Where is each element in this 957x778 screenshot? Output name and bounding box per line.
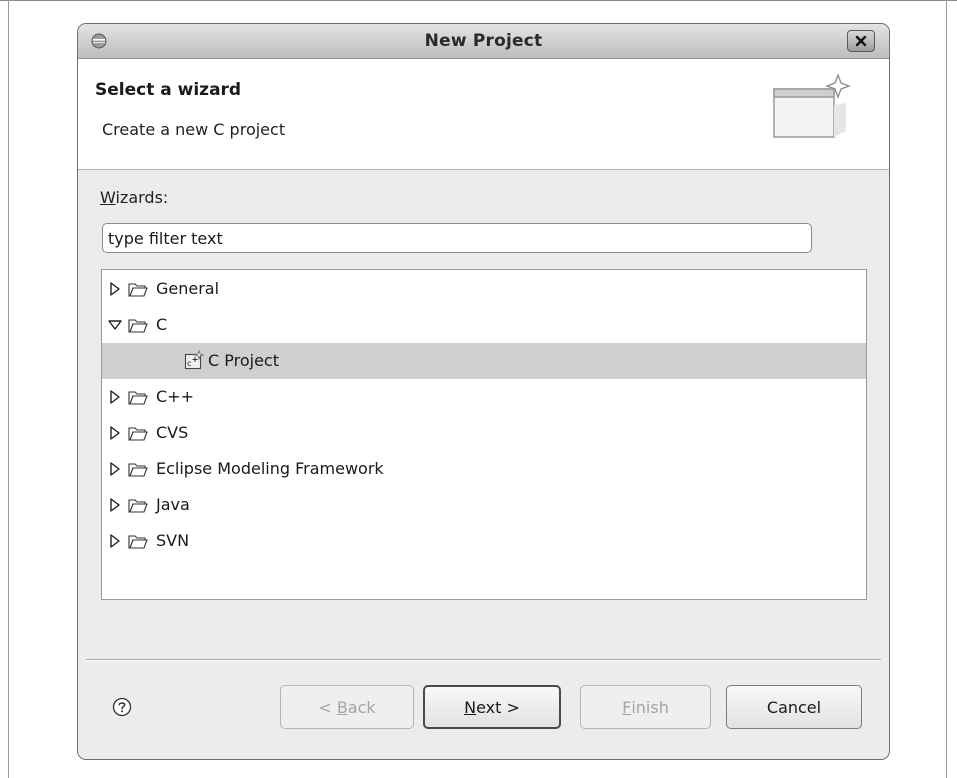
open-folder-icon xyxy=(128,499,148,513)
tree-item-label: Java xyxy=(156,495,190,514)
close-button[interactable] xyxy=(847,30,875,52)
open-folder-icon xyxy=(128,283,148,297)
tree-item-eclipse-modeling-framework[interactable]: Eclipse Modeling Framework xyxy=(102,451,866,487)
next-button-label: ext > xyxy=(476,697,520,717)
tree-item-cpp[interactable]: C++ xyxy=(102,379,866,415)
tree-item-java[interactable]: Java xyxy=(102,487,866,523)
tree-item-label: General xyxy=(156,279,220,298)
tree-item-label: C xyxy=(156,315,168,334)
wizard-page-title: Select a wizard xyxy=(95,80,242,100)
tree-item-label: SVN xyxy=(156,531,190,550)
tree-item-svn[interactable]: SVN xyxy=(102,523,866,559)
open-folder-icon xyxy=(128,463,148,477)
tree-item-label: Eclipse Modeling Framework xyxy=(156,459,384,478)
window-title: New Project xyxy=(424,31,543,51)
wizards-label-mnemonic: W xyxy=(100,188,116,207)
page-right-rule xyxy=(946,0,947,778)
close-icon xyxy=(855,35,867,47)
tree-item-c[interactable]: C xyxy=(102,307,866,343)
open-folder-icon xyxy=(128,319,148,333)
cancel-button[interactable]: Cancel xyxy=(726,685,862,729)
next-button[interactable]: Next > xyxy=(423,685,561,729)
finish-button[interactable]: Finish xyxy=(580,685,711,729)
back-button[interactable]: < Back xyxy=(280,685,414,729)
wizards-label-text: izards: xyxy=(115,188,169,207)
triangle-right-icon[interactable] xyxy=(108,425,122,441)
c-project-icon: c xyxy=(184,350,204,370)
wizards-label: Wizards: xyxy=(100,188,168,207)
filter-input[interactable] xyxy=(102,223,812,253)
page-left-rule xyxy=(8,0,9,778)
tree-item-c-project[interactable]: c C Project xyxy=(102,343,866,379)
finish-button-mnemonic: F xyxy=(622,697,632,717)
next-button-mnemonic: N xyxy=(464,697,477,717)
open-folder-icon xyxy=(128,535,148,549)
triangle-right-icon[interactable] xyxy=(108,461,122,477)
triangle-right-icon[interactable] xyxy=(108,533,122,549)
triangle-right-icon[interactable] xyxy=(108,281,122,297)
tree-item-label: C Project xyxy=(208,351,279,370)
title-bar[interactable]: New Project xyxy=(78,24,889,59)
tree-item-label: C++ xyxy=(156,387,194,406)
svg-text:c: c xyxy=(187,359,191,368)
page-top-rule xyxy=(0,0,957,1)
new-wizard-banner-icon xyxy=(773,73,851,138)
tree-item-cvs[interactable]: CVS xyxy=(102,415,866,451)
wizard-header: Select a wizard Create a new C project xyxy=(78,59,889,170)
help-icon[interactable] xyxy=(112,697,132,717)
triangle-right-icon[interactable] xyxy=(108,389,122,405)
open-folder-icon xyxy=(128,391,148,405)
open-folder-icon xyxy=(128,427,148,441)
new-project-dialog: New Project Select a wizard Create a new… xyxy=(77,23,890,760)
triangle-right-icon[interactable] xyxy=(108,497,122,513)
tree-item-general[interactable]: General xyxy=(102,271,866,307)
back-button-label: ack xyxy=(347,697,376,717)
wizard-tree[interactable]: General C c C Project C++ CVS Eclipse Mo… xyxy=(101,269,867,600)
back-button-mnemonic: B xyxy=(336,697,348,717)
triangle-down-icon[interactable] xyxy=(108,317,122,333)
back-button-prefix: < xyxy=(318,697,337,717)
button-bar-separator xyxy=(86,659,881,660)
finish-button-label: inish xyxy=(631,697,669,717)
wizard-page-description: Create a new C project xyxy=(102,120,286,139)
tree-item-label: CVS xyxy=(156,423,189,442)
